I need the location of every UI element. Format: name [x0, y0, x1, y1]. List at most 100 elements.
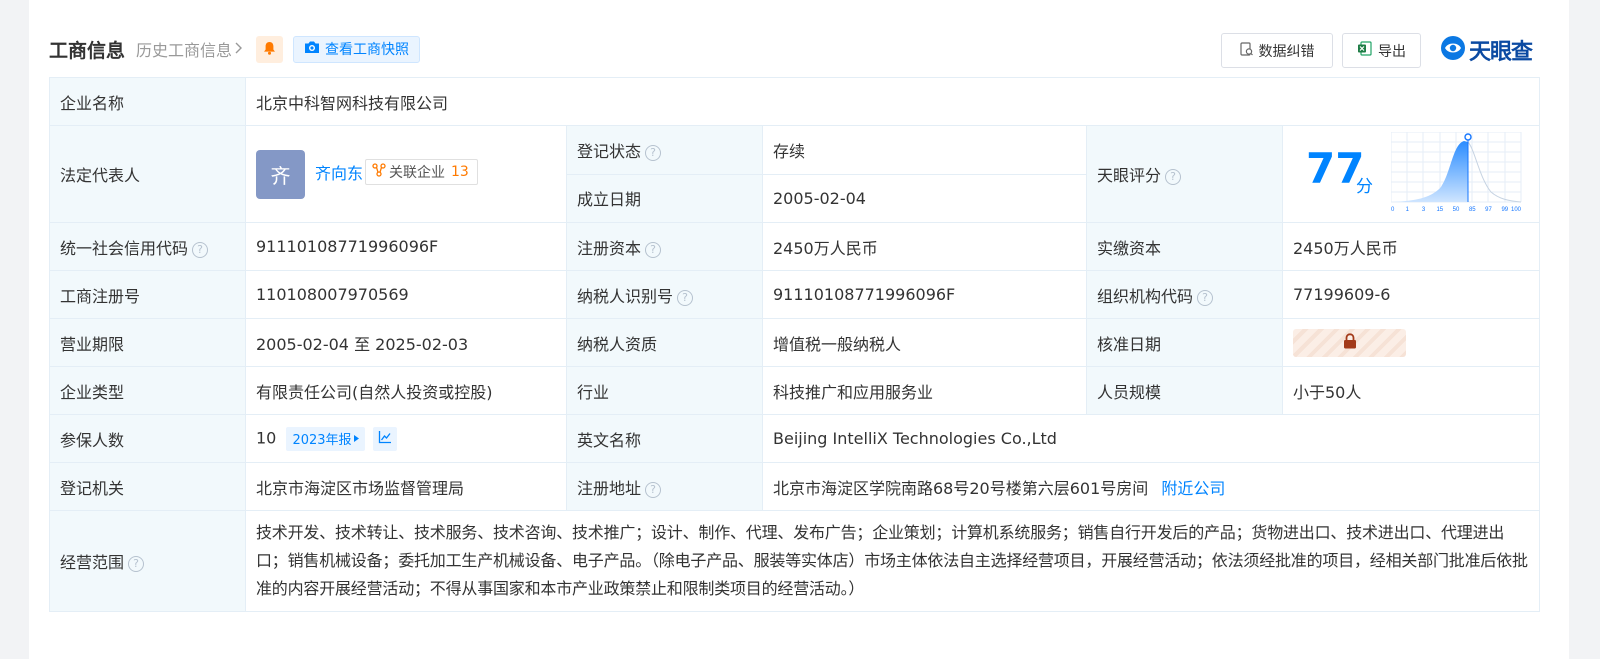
score-axis-tick-label: 99: [1501, 207, 1508, 213]
credit-code-label-text: 统一社会信用代码: [60, 238, 189, 258]
relation-icon: [372, 163, 386, 181]
table-row: 参保人数 10 2023年报 英文名称 Beijing IntelliX Tec…: [49, 414, 1541, 463]
table-row: 法定代表人 齐 齐向东 关联企业 13 登记状态? 存续 天眼评分? 77 分 …: [49, 125, 1541, 223]
paid-capital-value: 2450万人民币: [1281, 222, 1541, 271]
reg-capital-label-text: 注册资本: [577, 238, 642, 258]
error-report-icon: [1239, 41, 1259, 60]
bell-icon: [263, 40, 276, 59]
approval-date-cell: [1281, 318, 1541, 367]
score-axis-tick-label: 0: [1391, 207, 1395, 213]
legal-rep-cell: 齐 齐向东 关联企业 13: [245, 125, 567, 223]
logo-text: 天眼查: [1469, 40, 1533, 65]
section-title: 工商信息: [49, 39, 126, 62]
reg-capital-value: 2450万人民币: [762, 222, 1087, 271]
staff-size-label: 人员规模: [1086, 366, 1283, 415]
english-name-value: Beijing IntelliX Technologies Co.,Ltd: [761, 414, 1541, 463]
score-chart-icon: 0 1 3 15 50 85 97 99 100: [1391, 132, 1522, 213]
chevron-right-icon: [235, 40, 243, 58]
est-date-label: 成立日期: [566, 173, 763, 223]
score-axis-tick-label: 1: [1406, 207, 1410, 213]
avatar[interactable]: 齐: [256, 149, 305, 199]
scope-label-text: 经营范围: [60, 553, 125, 572]
reg-status-value: 存续: [762, 125, 1087, 175]
reg-address-label: 注册地址?: [566, 462, 763, 511]
help-icon[interactable]: ?: [645, 481, 662, 498]
snapshot-button-label: 查看工商快照: [325, 42, 410, 58]
reg-authority-label: 登记机关: [49, 462, 246, 511]
score-axis-tick-label: 50: [1453, 207, 1460, 213]
export-label: 导出: [1378, 43, 1406, 60]
annual-report-label: 2023年报: [292, 433, 352, 448]
business-info-panel: 工商信息 历史工商信息 查看工商快照 数据纠错 导出 天眼查 企业名称 北京中科…: [29, 0, 1569, 659]
biz-reg-no-value: 110108007970569: [245, 270, 567, 319]
help-icon[interactable]: ?: [192, 241, 209, 258]
company-type-label: 企业类型: [49, 366, 246, 415]
help-icon[interactable]: ?: [645, 144, 662, 161]
related-companies-count: 13: [451, 164, 469, 180]
locked-value[interactable]: [1293, 328, 1406, 357]
credit-code-value: 91110108771996096F: [245, 222, 567, 271]
reg-address-label-text: 注册地址: [577, 478, 642, 498]
tianyancha-logo: 天眼查: [1440, 34, 1533, 66]
help-icon[interactable]: ?: [128, 556, 145, 572]
industry-value: 科技推广和应用服务业: [762, 366, 1087, 415]
lock-icon: [1343, 332, 1357, 353]
export-button[interactable]: 导出: [1342, 33, 1421, 68]
score-axis-tick-label: 3: [1422, 207, 1426, 213]
history-link[interactable]: 历史工商信息: [136, 37, 243, 61]
business-info-table: 企业名称 北京中科智网科技有限公司 法定代表人 齐 齐向东 关联企业 13 登记…: [49, 77, 1541, 612]
scope-value: 技术开发、技术转让、技术服务、技术咨询、技术推广；设计、制作、代理、发布广告；企…: [244, 510, 1541, 612]
taxpayer-id-value: 91110108771996096F: [762, 270, 1087, 319]
industry-label: 行业: [566, 366, 763, 415]
reg-address-cell: 北京市海淀区学院南路68号20号楼第六层601号房间 附近公司: [761, 462, 1541, 511]
taxpayer-id-label-text: 纳税人识别号: [577, 286, 674, 306]
taxpayer-qual-value: 增值税一般纳税人: [762, 318, 1087, 367]
company-name-label: 企业名称: [49, 77, 246, 126]
score-unit: 分: [1356, 177, 1373, 197]
related-companies-tag[interactable]: 关联企业 13: [365, 159, 478, 185]
reg-authority-value: 北京市海淀区市场监督管理局: [245, 462, 567, 511]
trend-icon: [378, 429, 392, 448]
reg-status-label-text: 登记状态: [577, 141, 642, 161]
reg-address-value: 北京市海淀区学院南路68号20号楼第六层601号房间: [773, 478, 1149, 498]
reg-capital-label: 注册资本?: [566, 222, 763, 271]
staff-size-value: 小于50人: [1281, 366, 1541, 415]
reg-status-label: 登记状态?: [566, 125, 763, 175]
company-name-value: 北京中科智网科技有限公司: [244, 77, 1541, 126]
annual-report-tag[interactable]: 2023年报: [286, 426, 365, 451]
help-icon[interactable]: ?: [1197, 289, 1214, 306]
trend-button[interactable]: [372, 426, 397, 451]
org-code-value: 77199609-6: [1281, 270, 1541, 319]
help-icon[interactable]: ?: [677, 289, 694, 306]
table-row: 经营范围? 技术开发、技术转让、技术服务、技术咨询、技术推广；设计、制作、代理、…: [49, 510, 1541, 612]
score-cell[interactable]: 77 分 0 1 3 15 50 85 97 99 100: [1281, 125, 1541, 223]
score-axis-tick-label: 15: [1436, 207, 1443, 213]
help-icon[interactable]: ?: [645, 241, 662, 258]
camera-icon: [304, 40, 325, 58]
credit-code-label: 统一社会信用代码?: [49, 222, 246, 271]
snapshot-button[interactable]: 查看工商快照: [293, 35, 421, 63]
approval-date-label: 核准日期: [1086, 318, 1283, 367]
insured-label: 参保人数: [49, 414, 246, 463]
help-icon[interactable]: ?: [1165, 169, 1182, 185]
table-row: 企业类型 有限责任公司(自然人投资或控股) 行业 科技推广和应用服务业 人员规模…: [49, 366, 1541, 415]
biz-reg-no-label: 工商注册号: [49, 270, 246, 319]
data-error-button[interactable]: 数据纠错: [1221, 33, 1333, 68]
play-icon: [353, 431, 359, 446]
data-error-label: 数据纠错: [1258, 43, 1315, 60]
legal-rep-name-link[interactable]: 齐向东: [315, 160, 363, 184]
score-label: 天眼评分?: [1086, 125, 1283, 223]
insured-value: 10: [256, 428, 277, 447]
score-axis-tick-label: 97: [1485, 207, 1492, 213]
term-label: 营业期限: [49, 318, 246, 367]
table-row: 企业名称 北京中科智网科技有限公司: [49, 77, 1541, 126]
company-type-value: 有限责任公司(自然人投资或控股): [245, 366, 567, 415]
est-date-value: 2005-02-04: [762, 173, 1087, 223]
table-row: 统一社会信用代码? 91110108771996096F 注册资本? 2450万…: [49, 222, 1541, 271]
table-row: 工商注册号 110108007970569 纳税人识别号? 9111010877…: [49, 270, 1541, 319]
nearby-companies-link[interactable]: 附近公司: [1161, 479, 1225, 498]
related-companies-label: 关联企业: [389, 165, 446, 181]
monitor-bell-button[interactable]: [256, 35, 284, 63]
english-name-label: 英文名称: [566, 414, 763, 463]
section-header: 工商信息 历史工商信息 查看工商快照: [49, 34, 421, 64]
